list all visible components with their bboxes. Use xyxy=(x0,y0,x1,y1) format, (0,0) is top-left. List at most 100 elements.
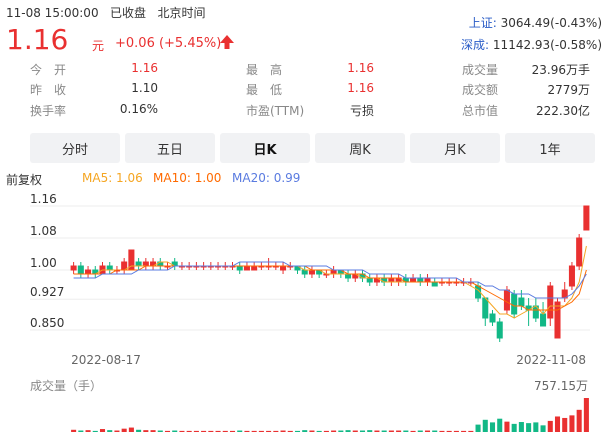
candle xyxy=(568,262,575,290)
candle xyxy=(77,262,84,278)
candle xyxy=(150,258,157,270)
timezone-label: 北京时间 xyxy=(157,6,206,20)
y-tick-label: 1.00 xyxy=(30,256,57,270)
tab-weekly-k[interactable]: 周K xyxy=(315,133,405,163)
price-unit: 元 xyxy=(92,39,105,53)
volume-bar xyxy=(540,425,546,432)
candle xyxy=(280,262,287,274)
candle xyxy=(157,258,164,270)
y-axis-labels: 1.16 1.08 1.00 0.927 0.850 xyxy=(30,192,64,330)
stat-high-value: 1.16 xyxy=(347,61,374,75)
arrow-up-icon xyxy=(220,35,234,49)
candle xyxy=(106,262,113,274)
candle xyxy=(236,262,243,274)
candle xyxy=(345,270,352,282)
candle xyxy=(402,274,409,286)
stat-prevclose-value: 1.10 xyxy=(131,81,158,95)
candle xyxy=(359,270,366,282)
stat-low-label: 最 低 xyxy=(246,83,283,97)
ma20-legend: MA20: 0.99 xyxy=(232,171,301,185)
tab-intraday[interactable]: 分时 xyxy=(30,133,120,163)
candle xyxy=(142,258,149,270)
candle xyxy=(352,270,359,282)
volume-bar xyxy=(489,422,496,432)
candle xyxy=(85,266,92,278)
index-sz-value: 11142.93(-0.58%) xyxy=(492,38,602,52)
volume-max-label: 757.15万 xyxy=(534,379,588,393)
quote-datetime: 11-08 15:00:00 xyxy=(6,6,99,20)
volume-bar xyxy=(547,420,553,432)
stat-turnover-rate-label: 换手率 xyxy=(30,104,67,118)
ma5-legend: MA5: 1.06 xyxy=(82,171,143,185)
volume-bar xyxy=(554,416,561,432)
volume-bar xyxy=(526,423,532,432)
period-tabs: 分时 五日 日K 周K 月K 1年 xyxy=(30,133,598,163)
adjust-mode[interactable]: 前复权 xyxy=(6,171,42,188)
y-tick-label: 0.850 xyxy=(30,316,64,330)
x-label-end: 2022-11-08 xyxy=(516,353,586,367)
stat-mktcap-value: 222.30亿 xyxy=(536,104,590,118)
candle xyxy=(395,274,402,286)
candle xyxy=(308,266,315,278)
index-sh-value: 3064.49(-0.43%) xyxy=(500,16,602,30)
candle xyxy=(554,298,561,339)
candle xyxy=(496,318,503,342)
volume-bar xyxy=(518,422,524,432)
stat-prevclose-label: 昨 收 xyxy=(30,83,67,97)
volume-bars-layer xyxy=(71,398,589,432)
candle xyxy=(366,274,373,286)
stat-pe-value: 亏损 xyxy=(349,104,374,118)
tab-five-day[interactable]: 五日 xyxy=(125,133,215,163)
volume-bar xyxy=(475,424,481,432)
stat-pe-label: 市盈(TTM) xyxy=(246,104,305,118)
candle xyxy=(121,258,128,274)
current-price: 1.16 xyxy=(6,23,69,56)
volume-bar xyxy=(583,398,589,432)
ma10-legend: MA10: 1.00 xyxy=(153,171,222,185)
candle xyxy=(99,262,106,275)
price-change: +0.06 (+5.45%) xyxy=(115,36,222,51)
volume-bar xyxy=(128,427,134,432)
candle xyxy=(547,282,554,326)
candle xyxy=(265,258,272,270)
tab-one-year[interactable]: 1年 xyxy=(505,133,595,163)
kline-chart[interactable]: 1.16 1.08 1.00 0.927 0.850 2022-08-17 2022-11… xyxy=(0,190,614,432)
stat-turnover-amount-label: 成交额 xyxy=(462,83,499,97)
candle xyxy=(373,274,380,286)
candle xyxy=(330,266,337,278)
stat-open-label: 今 开 xyxy=(30,63,67,77)
index-sh[interactable]: 上证: 3064.49(-0.43%) xyxy=(469,14,602,31)
stat-mktcap-label: 总市值 xyxy=(462,104,499,118)
candle xyxy=(301,266,308,278)
tab-monthly-k[interactable]: 月K xyxy=(410,133,500,163)
volume-bar xyxy=(497,418,503,432)
x-label-start: 2022-08-17 xyxy=(71,353,141,367)
volume-bar xyxy=(569,415,575,432)
stat-volume-label: 成交量 xyxy=(462,63,499,77)
stat-turnover-amount-value: 2779万 xyxy=(547,83,590,97)
index-sz[interactable]: 深成: 11142.93(-0.58%) xyxy=(461,36,602,53)
volume-bar xyxy=(562,417,568,432)
candle xyxy=(92,266,99,278)
stat-high-label: 最 高 xyxy=(246,63,283,77)
chart-grid xyxy=(30,205,590,331)
volume-bar xyxy=(482,419,488,432)
candle xyxy=(135,258,142,270)
volume-bar xyxy=(511,423,517,432)
index-sh-name[interactable]: 上证: xyxy=(469,16,497,30)
market-status: 已收盘 xyxy=(110,6,147,20)
candle xyxy=(424,274,431,286)
volume-bar xyxy=(533,422,539,432)
stat-open-value: 1.16 xyxy=(131,61,158,75)
candle xyxy=(381,274,388,286)
candle xyxy=(388,274,395,286)
ma10-line xyxy=(73,265,587,311)
candle xyxy=(70,262,77,274)
volume-axis-label: 成交量（手） xyxy=(30,378,102,393)
tab-daily-k[interactable]: 日K xyxy=(220,133,310,163)
candle xyxy=(525,298,532,326)
y-tick-label: 1.16 xyxy=(30,192,57,206)
x-axis-labels: 2022-08-17 2022-11-08 xyxy=(71,353,586,367)
stat-volume-value: 23.96万手 xyxy=(531,63,590,77)
index-sz-name[interactable]: 深成: xyxy=(461,38,489,52)
